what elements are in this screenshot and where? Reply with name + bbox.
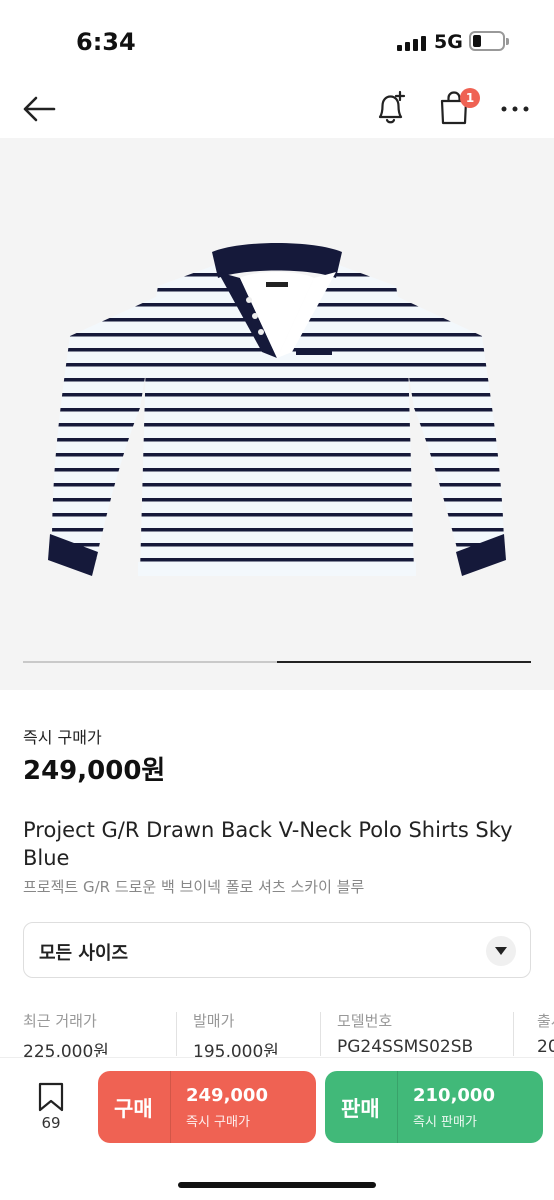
- wishlist-button[interactable]: 69: [30, 1082, 72, 1138]
- info-recent-trade: 최근 거래가 225,000원: [23, 1010, 109, 1060]
- size-select[interactable]: 모든 사이즈: [23, 922, 531, 978]
- arrow-left-icon: [23, 96, 56, 122]
- more-button[interactable]: [494, 88, 536, 130]
- image-indicator-active: [277, 661, 531, 663]
- network-type: 5G: [434, 31, 463, 53]
- info-value: PG24SSMS02SB: [337, 1037, 474, 1057]
- bell-plus-icon: [378, 90, 406, 124]
- sell-button-price: 210,000: [413, 1085, 495, 1106]
- size-select-label: 모든 사이즈: [39, 943, 129, 964]
- buy-button[interactable]: 구매 249,000 즉시 구매가: [98, 1071, 316, 1143]
- info-divider: [176, 1012, 177, 1056]
- sell-button-label: 판매: [341, 1097, 380, 1121]
- more-horizontal-icon: [501, 106, 529, 112]
- sell-button-divider: [397, 1071, 398, 1143]
- product-image: [48, 243, 506, 576]
- product-title: Project G/R Drawn Back V-Neck Polo Shirt…: [23, 818, 513, 870]
- info-divider: [513, 1012, 514, 1056]
- info-label: 모델번호: [337, 1012, 393, 1030]
- product-info-row: 최근 거래가 225,000원 발매가 195,000원 모델번호 PG24SS…: [0, 1010, 554, 1060]
- info-label: 출시: [537, 1012, 554, 1030]
- buy-button-label: 구매: [114, 1097, 153, 1121]
- cart-count-badge: 1: [460, 88, 480, 108]
- buy-button-divider: [170, 1071, 171, 1143]
- info-label: 최근 거래가: [23, 1012, 97, 1030]
- bookmark-icon: [38, 1082, 64, 1112]
- bottom-action-bar: 69 구매 249,000 즉시 구매가 판매 210,000 즉시 판매가: [0, 1057, 554, 1200]
- home-indicator: [178, 1182, 376, 1188]
- status-bar: 6:34 5G: [0, 0, 554, 80]
- info-release-price: 발매가 195,000원: [193, 1010, 279, 1060]
- instant-buy-price: 249,000원: [23, 756, 166, 786]
- status-time: 6:34: [76, 28, 136, 56]
- caret-down-icon: [495, 947, 507, 955]
- notification-button[interactable]: [370, 86, 412, 130]
- buy-button-sublabel: 즉시 구매가: [186, 1115, 250, 1130]
- sell-button-sublabel: 즉시 판매가: [413, 1115, 477, 1130]
- info-value: 20: [537, 1037, 554, 1057]
- product-image-carousel[interactable]: [0, 138, 554, 690]
- info-divider: [320, 1012, 321, 1056]
- signal-icon: [397, 36, 426, 51]
- buy-button-price: 249,000: [186, 1085, 268, 1106]
- size-dropdown-toggle[interactable]: [486, 936, 516, 966]
- info-label: 발매가: [193, 1012, 235, 1030]
- product-subtitle: 프로젝트 G/R 드로운 백 브이넥 폴로 셔츠 스카이 블루: [23, 878, 365, 896]
- back-button[interactable]: [18, 88, 60, 130]
- wishlist-count: 69: [41, 1114, 61, 1132]
- info-model-number: 모델번호 PG24SSMS02SB: [337, 1010, 473, 1058]
- instant-buy-price-label: 즉시 구매가: [23, 728, 102, 747]
- info-release-date: 출시 20: [537, 1010, 554, 1058]
- battery-icon: [469, 31, 509, 51]
- sell-button[interactable]: 판매 210,000 즉시 판매가: [325, 1071, 543, 1143]
